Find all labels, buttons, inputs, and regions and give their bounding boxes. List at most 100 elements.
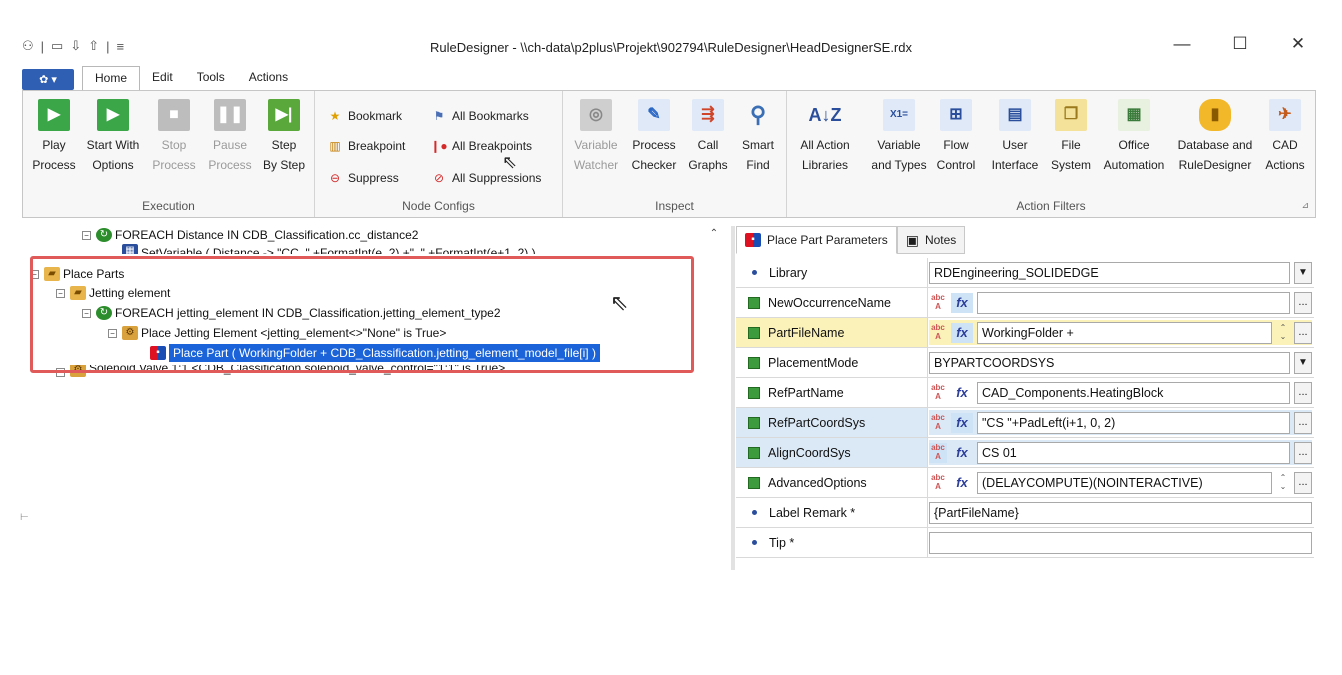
collapse-toggle-icon[interactable]: −	[30, 269, 39, 279]
dropdown-arrow-icon[interactable]: ▼	[1294, 261, 1312, 284]
formula-mode-icon[interactable]: fx	[951, 322, 973, 343]
database-and-ruledesigner-button[interactable]: ▮ Database and RuleDesigner	[1171, 99, 1259, 175]
play-process-button[interactable]: ▶ Play Process	[27, 99, 81, 175]
tree-row[interactable]: ▦ SetVariable ( Distance -> "CC_" +Forma…	[122, 244, 536, 254]
tree-row[interactable]: − ⚙ Solenoid Valve 1:1 <CDB_Classificati…	[56, 365, 505, 377]
place-part-icon: ▪	[150, 346, 166, 360]
maximize-button[interactable]: ☐	[1220, 34, 1260, 54]
cad-actions-button[interactable]: ✈ CAD Actions	[1259, 99, 1311, 175]
collapse-toggle-icon[interactable]: −	[108, 328, 117, 338]
placement-mode-select[interactable]: BYPARTCOORDSYS	[929, 351, 1290, 374]
formula-mode-icon[interactable]: fx	[951, 473, 973, 493]
new-occurrence-name-input[interactable]	[977, 291, 1290, 314]
library-select[interactable]: RDEngineering_SOLIDEDGE	[929, 261, 1290, 284]
stop-process-button[interactable]: ■ Stop Process	[147, 99, 201, 175]
ellipsis-button[interactable]: ...	[1294, 441, 1312, 464]
label-remark-input[interactable]: {PartFileName}	[929, 501, 1312, 524]
tree-row[interactable]: − ▰ Jetting element	[56, 284, 170, 302]
ellipsis-button[interactable]: ...	[1294, 321, 1312, 344]
tip-input[interactable]	[929, 531, 1312, 554]
variable-watcher-button[interactable]: ◎ Variable Watcher	[569, 99, 623, 175]
formula-mode-icon[interactable]: fx	[951, 412, 973, 433]
process-checker-button[interactable]: ✎ Process Checker	[627, 99, 681, 175]
ellipsis-button[interactable]: ...	[1294, 381, 1312, 404]
param-name: AlignCoordSys	[736, 438, 928, 467]
variable-watcher-icon: ◎	[580, 99, 612, 131]
dropdown-arrow-icon[interactable]: ▼	[1294, 351, 1312, 374]
collapse-toggle-icon[interactable]: −	[56, 368, 65, 377]
all-suppressions-button[interactable]: ⊘ All Suppressions	[431, 167, 541, 189]
star-icon: ★	[329, 109, 341, 123]
tab-actions[interactable]: Actions	[237, 66, 300, 90]
param-type-icon	[748, 356, 760, 369]
all-bookmarks-button[interactable]: ⚑ All Bookmarks	[431, 105, 529, 127]
smart-find-button[interactable]: ⚲ Smart Find	[731, 99, 785, 175]
bookmark-button[interactable]: ★ Bookmark	[327, 105, 402, 127]
text-mode-icon[interactable]: abc A	[929, 442, 947, 463]
pause-process-button[interactable]: ❚❚ Pause Process	[203, 99, 257, 175]
formula-mode-icon[interactable]: fx	[951, 443, 973, 463]
formula-mode-icon[interactable]: fx	[951, 292, 973, 313]
all-breakpoints-icon: ❙●	[430, 139, 448, 153]
tree-row[interactable]: − ↻ FOREACH Distance IN CDB_Classificati…	[82, 226, 418, 244]
minimize-button[interactable]: —	[1162, 34, 1202, 54]
collapse-toggle-icon[interactable]: −	[82, 230, 91, 240]
ellipsis-button[interactable]: ...	[1294, 471, 1312, 494]
group-action-filters: A↓Z All Action Libraries X1= Variable an…	[787, 91, 1315, 217]
variable-types-icon: X1=	[883, 99, 915, 131]
office-automation-button[interactable]: ▦ Office Automation	[1101, 99, 1167, 175]
expand-icon[interactable]: ⌃ ⌄	[1276, 473, 1290, 493]
file-system-button[interactable]: ❐ File System	[1043, 99, 1099, 175]
breakpoint-button[interactable]: ▥ Breakpoint	[327, 135, 405, 157]
tree-row[interactable]: − ⚙ Place Jetting Element <jetting_eleme…	[108, 324, 446, 342]
param-value: abc A fx WorkingFolder + ⌃ ⌄ ...	[929, 320, 1312, 345]
tab-notes[interactable]: ▣ Notes	[896, 226, 966, 254]
text-mode-icon[interactable]: abc A	[929, 383, 947, 403]
param-type-icon	[748, 416, 760, 429]
param-name: Library	[736, 258, 928, 287]
tab-place-part-parameters[interactable]: ▪ Place Part Parameters	[736, 226, 897, 254]
expand-icon[interactable]: ⌃ ⌄	[1276, 323, 1290, 343]
part-file-name-input[interactable]: WorkingFolder +	[977, 321, 1272, 344]
text-mode-icon[interactable]: abc A	[929, 323, 947, 343]
tree-scrollbar[interactable]: ⌃	[706, 228, 722, 568]
tab-tools[interactable]: Tools	[185, 66, 237, 90]
application-menu-button[interactable]: ✿ ▾	[22, 69, 74, 90]
collapse-toggle-icon[interactable]: −	[82, 308, 91, 318]
flow-control-button[interactable]: ⊞ Flow Control	[931, 99, 981, 175]
variable-and-types-button[interactable]: X1= Variable and Types	[867, 99, 931, 175]
param-name: RefPartName	[736, 378, 928, 407]
tab-home[interactable]: Home	[82, 66, 141, 90]
group-node-configs: ★ Bookmark ▥ Breakpoint ⊖ Suppress ⚑ All…	[315, 91, 563, 217]
ellipsis-button[interactable]: ...	[1294, 291, 1312, 314]
bullet-icon	[752, 270, 757, 275]
all-action-libraries-button[interactable]: A↓Z All Action Libraries	[793, 99, 857, 175]
tab-edit[interactable]: Edit	[140, 66, 185, 90]
text-mode-icon[interactable]: abc A	[929, 473, 947, 493]
text-mode-icon[interactable]: abc A	[929, 413, 947, 433]
tree-row[interactable]: − ↻ FOREACH jetting_element IN CDB_Class…	[82, 304, 501, 322]
close-button[interactable]: ✕	[1278, 34, 1318, 54]
scroll-up-icon[interactable]: ⌃	[706, 228, 722, 239]
dialog-launcher-icon[interactable]: ⊿	[1301, 200, 1309, 211]
foreach-loop-icon: ↻	[96, 228, 112, 242]
start-with-options-button[interactable]: ▶ Start With Options	[81, 99, 145, 175]
tree-row-selected[interactable]: ▪ Place Part ( WorkingFolder + CDB_Class…	[150, 344, 600, 362]
ref-part-coord-sys-input[interactable]: "CS "+PadLeft(i+1, 0, 2)	[977, 411, 1290, 434]
collapse-toggle-icon[interactable]: −	[56, 288, 65, 298]
panel-splitter[interactable]	[731, 226, 735, 570]
tree-row[interactable]: − ▰ Place Parts	[30, 265, 124, 283]
suppress-button[interactable]: ⊖ Suppress	[327, 167, 399, 189]
param-name: RefPartCoordSys	[736, 408, 928, 437]
ref-part-name-input[interactable]: CAD_Components.HeatingBlock	[977, 381, 1290, 404]
param-type-icon	[748, 446, 760, 459]
user-interface-button[interactable]: ▤ User Interface	[985, 99, 1045, 175]
align-coord-sys-input[interactable]: CS 01	[977, 441, 1290, 464]
step-by-step-button[interactable]: ▶| Step By Step	[257, 99, 311, 175]
advanced-options-input[interactable]: (DELAYCOMPUTE)(NOINTERACTIVE)	[977, 471, 1272, 494]
ellipsis-button[interactable]: ...	[1294, 411, 1312, 434]
text-mode-icon[interactable]: abc A	[929, 293, 947, 313]
call-graphs-button[interactable]: ⇶ Call Graphs	[681, 99, 735, 175]
play-icon: ▶	[38, 99, 70, 131]
formula-mode-icon[interactable]: fx	[951, 383, 973, 403]
